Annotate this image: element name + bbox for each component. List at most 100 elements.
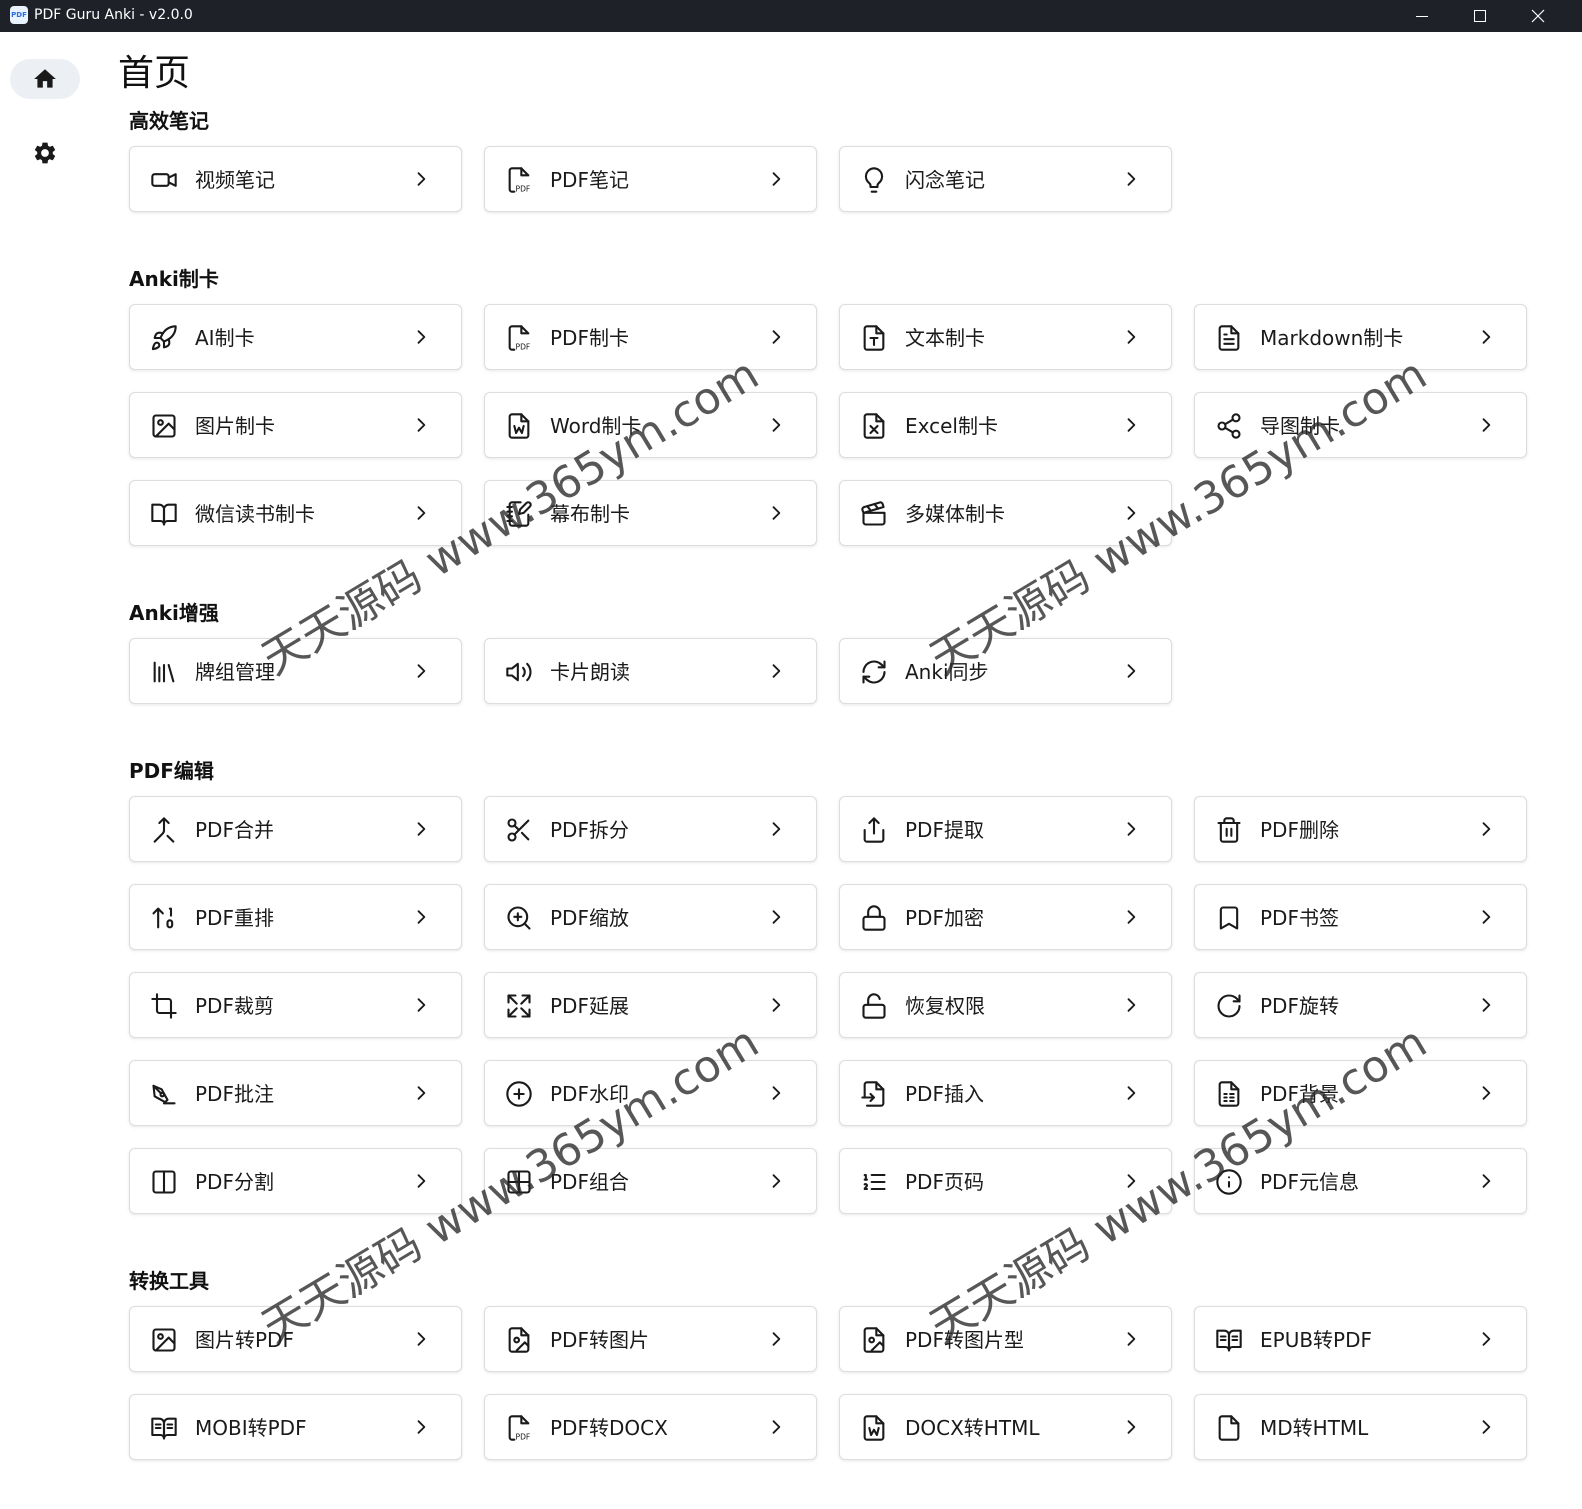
close-button[interactable] xyxy=(1510,0,1566,32)
lightbulb-icon xyxy=(860,166,888,194)
feature-card[interactable]: 幕布制卡 xyxy=(484,480,817,546)
feature-card[interactable]: 闪念笔记 xyxy=(839,146,1172,212)
chevron-right-icon xyxy=(1476,1171,1496,1191)
card-label: PDF重排 xyxy=(195,906,274,930)
card-label: PDF笔记 xyxy=(550,168,629,192)
card-label: PDF合并 xyxy=(195,818,274,842)
feature-card[interactable]: PDF组合 xyxy=(484,1148,817,1214)
chevron-right-icon xyxy=(766,1417,786,1437)
feature-card[interactable]: PDF分割 xyxy=(129,1148,462,1214)
feature-card[interactable]: PDF转图片 xyxy=(484,1306,817,1372)
file-image-icon xyxy=(505,1326,533,1354)
section-title: PDF编辑 xyxy=(129,759,214,783)
card-label: PDF背景 xyxy=(1260,1082,1339,1106)
chevron-right-icon xyxy=(766,1171,786,1191)
file-grid-icon xyxy=(1215,1080,1243,1108)
minimize-button[interactable] xyxy=(1394,0,1450,32)
chevron-right-icon xyxy=(411,1171,431,1191)
feature-card[interactable]: PDF缩放 xyxy=(484,884,817,950)
feature-card[interactable]: Anki同步 xyxy=(839,638,1172,704)
feature-card[interactable]: PDF裁剪 xyxy=(129,972,462,1038)
file-image-icon xyxy=(860,1326,888,1354)
feature-card[interactable]: 视频笔记 xyxy=(129,146,462,212)
feature-card[interactable]: EPUB转PDF xyxy=(1194,1306,1527,1372)
sidebar xyxy=(0,32,90,1509)
feature-card[interactable]: Markdown制卡 xyxy=(1194,304,1527,370)
feature-card[interactable]: PDF PDF制卡 xyxy=(484,304,817,370)
feature-card[interactable]: PDF页码 xyxy=(839,1148,1172,1214)
card-label: PDF加密 xyxy=(905,906,984,930)
card-label: PDF删除 xyxy=(1260,818,1339,842)
feature-card[interactable]: 微信读书制卡 xyxy=(129,480,462,546)
card-label: PDF转图片型 xyxy=(905,1328,1024,1352)
feature-card[interactable]: PDF水印 xyxy=(484,1060,817,1126)
feature-card[interactable]: PDF PDF笔记 xyxy=(484,146,817,212)
sidebar-item-home[interactable] xyxy=(10,59,80,99)
feature-card[interactable]: PDF提取 xyxy=(839,796,1172,862)
feature-card[interactable]: PDF PDF转DOCX xyxy=(484,1394,817,1460)
sort-icon xyxy=(150,904,178,932)
pdf-file-icon: PDF xyxy=(505,324,533,352)
page-title: 首页 xyxy=(118,53,191,94)
feature-card[interactable]: 多媒体制卡 xyxy=(839,480,1172,546)
feature-card[interactable]: PDF背景 xyxy=(1194,1060,1527,1126)
sync-icon xyxy=(860,658,888,686)
feature-card[interactable]: MOBI转PDF xyxy=(129,1394,462,1460)
chevron-right-icon xyxy=(411,1417,431,1437)
feature-card[interactable]: 卡片朗读 xyxy=(484,638,817,704)
svg-text:PDF: PDF xyxy=(516,185,531,194)
feature-card[interactable]: PDF合并 xyxy=(129,796,462,862)
columns-icon xyxy=(150,1168,178,1196)
feature-card[interactable]: PDF书签 xyxy=(1194,884,1527,950)
feature-card[interactable]: PDF旋转 xyxy=(1194,972,1527,1038)
maximize-button[interactable] xyxy=(1452,0,1508,32)
card-label: 图片制卡 xyxy=(195,414,275,438)
feature-card[interactable]: Excel制卡 xyxy=(839,392,1172,458)
feature-card[interactable]: PDF插入 xyxy=(839,1060,1172,1126)
rocket-icon xyxy=(150,324,178,352)
feature-card[interactable]: 图片制卡 xyxy=(129,392,462,458)
feature-card[interactable]: 恢复权限 xyxy=(839,972,1172,1038)
card-label: PDF旋转 xyxy=(1260,994,1339,1018)
grid-icon xyxy=(505,1168,533,1196)
chevron-right-icon xyxy=(766,327,786,347)
chevron-right-icon xyxy=(1121,907,1141,927)
feature-card[interactable]: PDF加密 xyxy=(839,884,1172,950)
card-label: DOCX转HTML xyxy=(905,1416,1040,1440)
feature-card[interactable]: PDF重排 xyxy=(129,884,462,950)
feature-card[interactable]: AI制卡 xyxy=(129,304,462,370)
clapperboard-icon xyxy=(860,500,888,528)
chevron-right-icon xyxy=(1476,819,1496,839)
card-label: 图片转PDF xyxy=(195,1328,294,1352)
feature-card[interactable]: PDF元信息 xyxy=(1194,1148,1527,1214)
card-label: PDF水印 xyxy=(550,1082,629,1106)
card-label: 牌组管理 xyxy=(195,660,275,684)
chevron-right-icon xyxy=(1121,1329,1141,1349)
feature-card[interactable]: MD转HTML xyxy=(1194,1394,1527,1460)
feature-card[interactable]: 文本制卡 xyxy=(839,304,1172,370)
card-label: PDF书签 xyxy=(1260,906,1339,930)
blank-file-icon xyxy=(1215,1414,1243,1442)
image-icon xyxy=(150,412,178,440)
card-label: PDF转图片 xyxy=(550,1328,649,1352)
feature-card[interactable]: 图片转PDF xyxy=(129,1306,462,1372)
feature-card[interactable]: 牌组管理 xyxy=(129,638,462,704)
feature-card[interactable]: PDF批注 xyxy=(129,1060,462,1126)
card-label: Anki同步 xyxy=(905,660,989,684)
chevron-right-icon xyxy=(766,415,786,435)
book-text-icon xyxy=(150,1414,178,1442)
minimize-icon xyxy=(1416,16,1428,17)
feature-card[interactable]: 导图制卡 xyxy=(1194,392,1527,458)
info-icon xyxy=(1215,1168,1243,1196)
feature-card[interactable]: PDF延展 xyxy=(484,972,817,1038)
feature-card[interactable]: PDF拆分 xyxy=(484,796,817,862)
feature-card[interactable]: Word制卡 xyxy=(484,392,817,458)
feature-card[interactable]: PDF删除 xyxy=(1194,796,1527,862)
window-title: PDF Guru Anki - v2.0.0 xyxy=(34,7,193,23)
feature-card[interactable]: PDF转图片型 xyxy=(839,1306,1172,1372)
sidebar-item-settings[interactable] xyxy=(10,133,80,173)
chevron-right-icon xyxy=(766,1329,786,1349)
feature-card[interactable]: DOCX转HTML xyxy=(839,1394,1172,1460)
bookmark-icon xyxy=(1215,904,1243,932)
chevron-right-icon xyxy=(411,1083,431,1103)
